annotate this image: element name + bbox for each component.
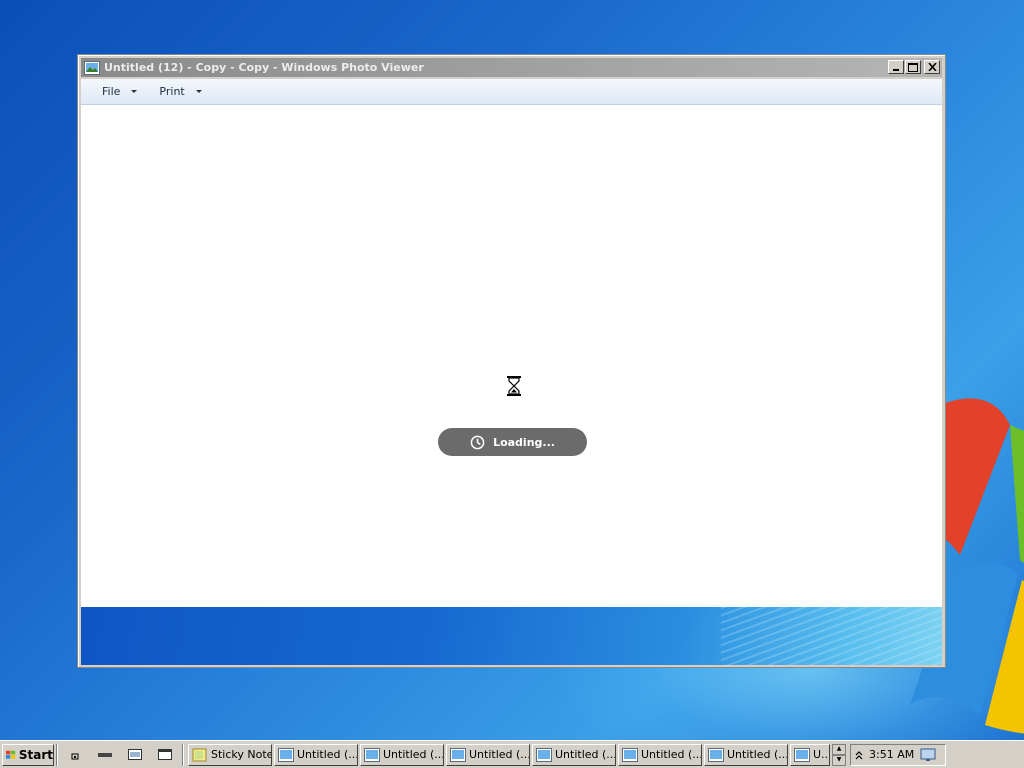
maximize-button[interactable] xyxy=(905,60,921,74)
quick-launch-drive[interactable] xyxy=(90,744,120,766)
photo-viewer-icon xyxy=(794,747,810,762)
start-label: Start xyxy=(18,747,53,762)
loading-label: Loading... xyxy=(493,435,555,449)
photo-viewer-icon xyxy=(536,747,552,762)
quick-launch-lock[interactable] xyxy=(60,744,90,766)
task-button-photo-viewer[interactable]: Untitled (... xyxy=(446,743,530,766)
task-label: U... xyxy=(813,748,830,761)
print-menu[interactable]: Print xyxy=(148,81,212,103)
task-label: Untitled (... xyxy=(383,748,444,761)
viewer-controls-bar xyxy=(81,607,942,665)
start-button[interactable]: Start xyxy=(2,743,54,766)
photo-viewer-icon xyxy=(450,747,466,762)
quick-launch-window[interactable] xyxy=(150,744,180,766)
drive-icon xyxy=(98,752,112,757)
system-tray: 3:51 AM xyxy=(850,743,946,766)
show-hidden-icons-chevron-up-icon[interactable] xyxy=(855,750,863,760)
taskbar: Start Sticky Notes Untitled (... Untitle… xyxy=(0,740,1024,768)
chevron-down-icon xyxy=(195,90,202,93)
file-menu[interactable]: File xyxy=(91,81,148,103)
window-title: Untitled (12) - Copy - Copy - Windows Ph… xyxy=(104,61,424,74)
scroll-down-button[interactable]: ▼ xyxy=(832,754,846,766)
taskbar-separator xyxy=(182,743,184,766)
maximize-icon xyxy=(908,62,918,72)
clock-icon xyxy=(470,435,485,449)
minimize-icon xyxy=(893,69,899,71)
minimize-button[interactable] xyxy=(888,60,904,74)
show-desktop-icon xyxy=(128,748,142,760)
controls-decoration xyxy=(721,607,942,665)
windows-flag-icon xyxy=(6,750,16,759)
quick-launch-desktop[interactable] xyxy=(120,744,150,766)
taskbar-scroll: ▲ ▼ xyxy=(832,743,846,766)
task-label: Untitled (... xyxy=(641,748,702,761)
scroll-up-button[interactable]: ▲ xyxy=(832,743,846,755)
task-label: Untitled (... xyxy=(297,748,358,761)
task-label: Sticky Notes xyxy=(211,748,271,761)
photo-viewer-icon xyxy=(364,747,380,762)
menu-bar: File Print xyxy=(81,79,942,105)
task-button-photo-viewer[interactable]: Untitled (... xyxy=(360,743,444,766)
close-button[interactable] xyxy=(924,60,940,74)
task-button-photo-viewer[interactable]: Untitled (... xyxy=(618,743,702,766)
file-menu-label: File xyxy=(102,85,121,98)
sticky-notes-icon xyxy=(192,748,207,761)
task-label: Untitled (... xyxy=(727,748,788,761)
window-titlebar[interactable]: Untitled (12) - Copy - Copy - Windows Ph… xyxy=(81,58,942,77)
task-button-sticky-notes[interactable]: Sticky Notes xyxy=(188,743,272,766)
taskbar-separator xyxy=(56,743,58,766)
close-icon xyxy=(927,63,937,71)
task-label: Untitled (... xyxy=(555,748,616,761)
photo-viewer-icon xyxy=(622,747,638,762)
clock[interactable]: 3:51 AM xyxy=(869,748,914,761)
loading-indicator: Loading... xyxy=(438,428,587,456)
image-canvas: Loading... xyxy=(81,105,942,607)
task-button-photo-viewer[interactable]: Untitled (... xyxy=(274,743,358,766)
print-menu-label: Print xyxy=(159,85,185,98)
photo-viewer-icon xyxy=(708,747,724,762)
lock-icon xyxy=(71,753,79,759)
network-icon[interactable] xyxy=(920,748,936,762)
photo-viewer-icon xyxy=(278,747,294,762)
task-button-photo-viewer[interactable]: Untitled (... xyxy=(532,743,616,766)
hourglass-icon xyxy=(507,376,521,396)
photo-viewer-window: Untitled (12) - Copy - Copy - Windows Ph… xyxy=(77,54,946,668)
photo-viewer-icon xyxy=(84,60,100,75)
task-label: Untitled (... xyxy=(469,748,530,761)
task-button-photo-viewer[interactable]: U... xyxy=(790,743,830,766)
window-icon xyxy=(158,748,172,760)
task-button-photo-viewer[interactable]: Untitled (... xyxy=(704,743,788,766)
chevron-down-icon xyxy=(131,90,138,93)
